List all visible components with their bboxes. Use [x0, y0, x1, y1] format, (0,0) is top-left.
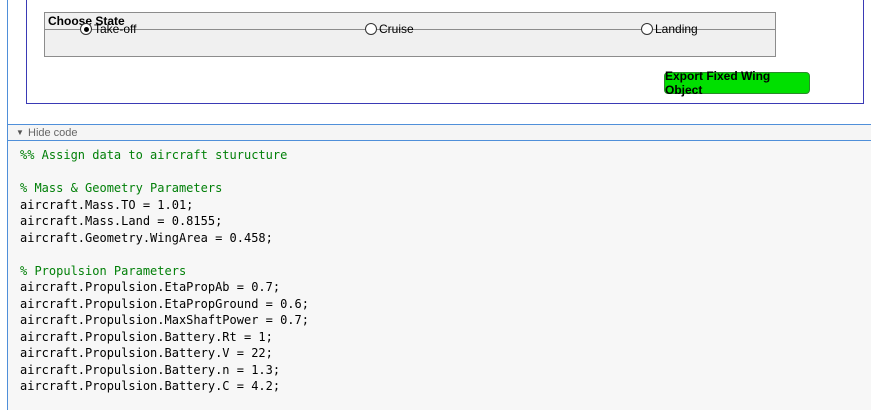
hide-code-toggle[interactable]: ▼ Hide code [7, 124, 871, 141]
radio-label-cruise: Cruise [379, 22, 414, 36]
hide-code-label: Hide code [28, 126, 78, 139]
code-line: aircraft.Propulsion.Battery.n = 1.3; [20, 362, 281, 377]
code-editor[interactable]: %% Assign data to aircraft sturucture % M… [7, 141, 871, 410]
code-comment-line: %% Assign data to aircraft sturucture [20, 148, 288, 162]
triangle-down-icon: ▼ [16, 128, 24, 137]
radio-take-off[interactable]: Take-off [80, 21, 136, 37]
radio-selected-icon[interactable] [80, 23, 92, 35]
radio-landing[interactable]: Landing [641, 21, 698, 37]
radio-unselected-icon[interactable] [641, 23, 653, 35]
radio-cruise[interactable]: Cruise [365, 21, 414, 37]
code-line: aircraft.Geometry.WingArea = 0.458; [20, 230, 273, 245]
code-line: aircraft.Propulsion.Battery.C = 4.2; [20, 379, 281, 393]
code-line: aircraft.Propulsion.MaxShaftPower = 0.7; [20, 313, 309, 327]
code-line: aircraft.Propulsion.Battery.V = 22; [20, 346, 273, 360]
code-line: aircraft.Propulsion.Battery.Rt = 1; [20, 329, 273, 344]
code-line: aircraft.Mass.Land = 0.8155; [20, 214, 223, 228]
live-script-view: Choose State Take-off Cruise Landing Exp… [0, 0, 871, 410]
code-line: aircraft.Propulsion.EtaPropGround = 0.6; [20, 296, 309, 311]
export-fixed-wing-button[interactable]: Export Fixed Wing Object [664, 69, 810, 97]
radio-label-take-off: Take-off [94, 22, 137, 36]
radio-label-landing: Landing [655, 22, 698, 36]
code-line: aircraft.Mass.TO = 1.01; [20, 197, 194, 212]
code-comment-line: % Mass & Geometry Parameters [20, 181, 223, 195]
code-comment-line: % Propulsion Parameters [20, 263, 187, 278]
code-line: aircraft.Propulsion.EtaPropAb = 0.7; [20, 280, 281, 294]
radio-unselected-icon[interactable] [365, 23, 377, 35]
